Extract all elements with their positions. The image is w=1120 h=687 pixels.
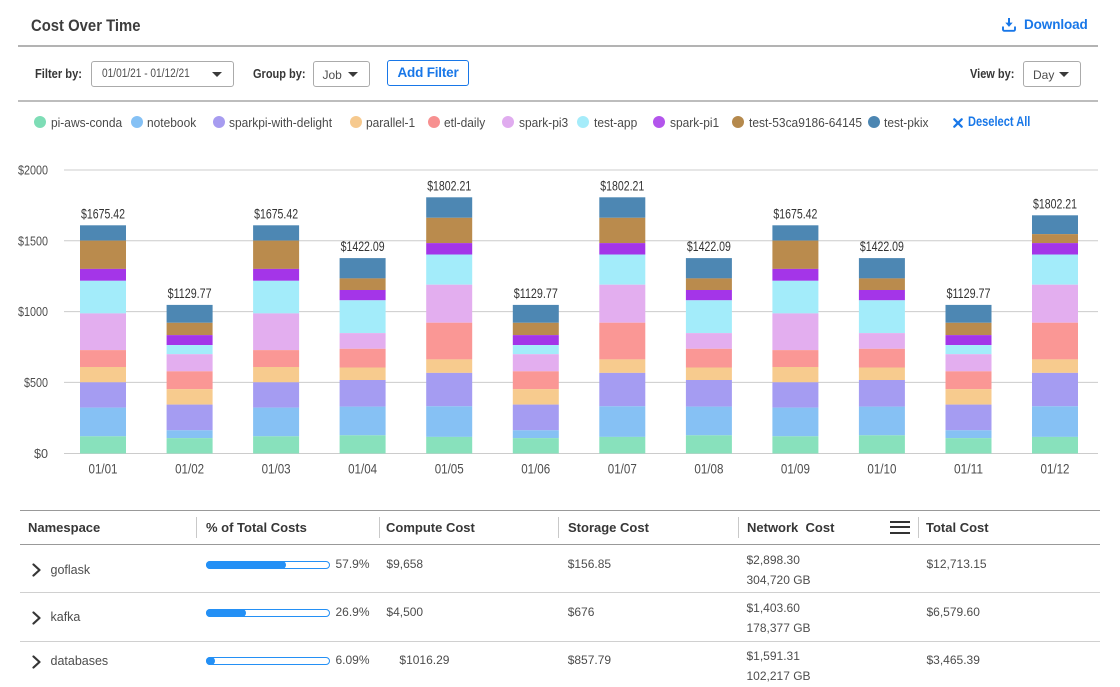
svg-text:01/07: 01/07 — [608, 461, 637, 477]
svg-text:$1422.09: $1422.09 — [687, 238, 731, 254]
svg-text:01/03: 01/03 — [262, 461, 291, 477]
svg-text:$1000: $1000 — [18, 304, 48, 319]
svg-text:01/01: 01/01 — [89, 461, 118, 477]
svg-text:01/04: 01/04 — [348, 461, 377, 477]
svg-text:01/08: 01/08 — [694, 461, 723, 477]
svg-text:$1675.42: $1675.42 — [254, 205, 298, 221]
svg-text:$1129.77: $1129.77 — [514, 285, 558, 301]
svg-text:$1802.21: $1802.21 — [1033, 195, 1077, 211]
svg-text:$1802.21: $1802.21 — [427, 177, 471, 193]
svg-text:$1802.21: $1802.21 — [600, 177, 644, 193]
svg-text:$1129.77: $1129.77 — [168, 285, 212, 301]
svg-text:$1675.42: $1675.42 — [773, 205, 817, 221]
svg-text:$500: $500 — [24, 375, 48, 390]
svg-text:$0: $0 — [34, 446, 48, 461]
svg-text:01/05: 01/05 — [435, 461, 464, 477]
svg-text:01/10: 01/10 — [867, 461, 896, 477]
svg-text:$1129.77: $1129.77 — [947, 285, 991, 301]
svg-text:01/12: 01/12 — [1041, 461, 1070, 477]
svg-text:$1422.09: $1422.09 — [341, 238, 385, 254]
svg-text:$1422.09: $1422.09 — [860, 238, 904, 254]
svg-text:01/02: 01/02 — [175, 461, 204, 477]
svg-text:$2000: $2000 — [18, 163, 48, 178]
svg-text:$1675.42: $1675.42 — [81, 205, 125, 221]
svg-text:01/11: 01/11 — [954, 461, 983, 477]
svg-text:01/09: 01/09 — [781, 461, 810, 477]
svg-text:$1500: $1500 — [18, 233, 48, 248]
svg-text:01/06: 01/06 — [521, 461, 550, 477]
